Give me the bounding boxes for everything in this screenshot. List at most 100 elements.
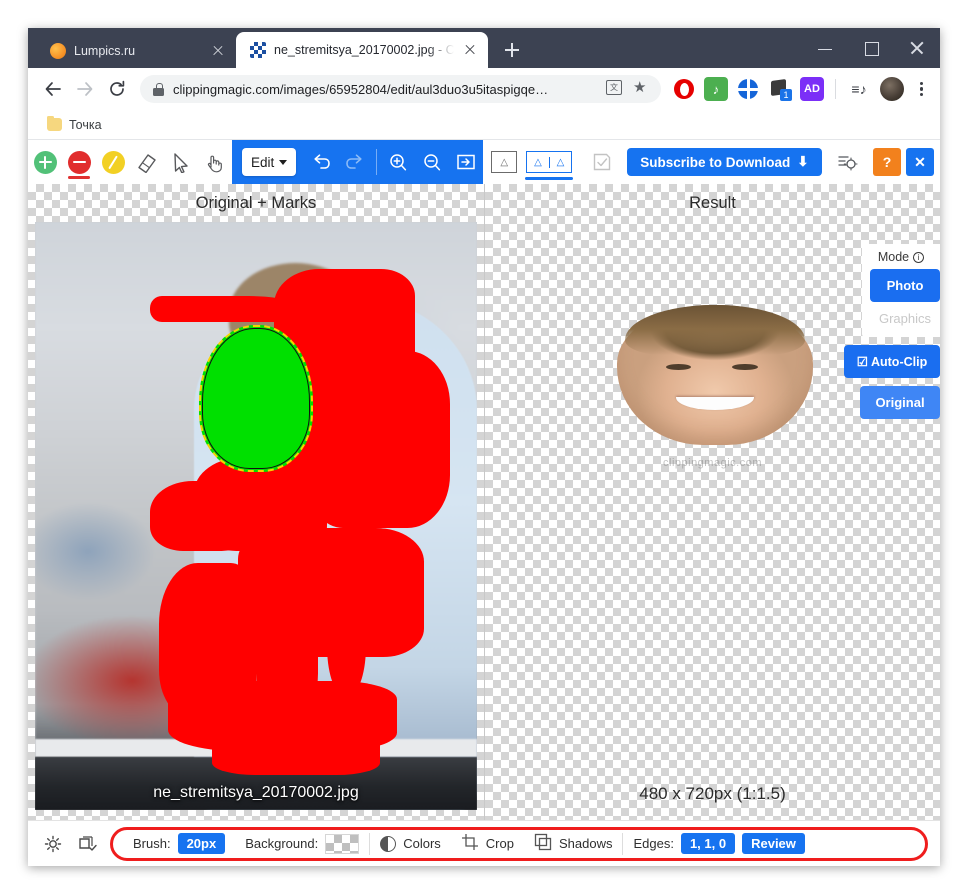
single-view-icon: △: [491, 151, 518, 173]
clippingmagic-app: Edit △ △ △ Subscribe to Download ⬇ ? ✕ O…: [28, 140, 940, 866]
tab-title: Lumpics.ru: [74, 44, 136, 58]
bookmark-label: Точка: [69, 117, 102, 132]
editor-panes: Original + Marks ne_stremitsya_20170002.…: [28, 184, 940, 820]
subscribe-to-download-button[interactable]: Subscribe to Download ⬇: [627, 148, 822, 176]
reload-icon[interactable]: [102, 74, 132, 104]
download-icon: ⬇: [797, 154, 809, 169]
chevron-down-icon: [279, 159, 288, 165]
result-pane: Result clippingmagic.com 480 x 720px (1:…: [484, 184, 940, 820]
crop-button[interactable]: Crop: [451, 832, 524, 856]
view-split-button[interactable]: △ △: [521, 140, 577, 184]
shadows-label: Shadows: [558, 836, 613, 851]
fit-to-screen-button[interactable]: [449, 140, 483, 184]
mode-photo-button[interactable]: Photo: [870, 269, 940, 302]
toolbar-divider: [376, 149, 378, 175]
mode-card: Mode i Photo Graphics: [862, 244, 940, 337]
folder-icon: [47, 115, 62, 131]
background-setting[interactable]: Background:: [235, 832, 369, 856]
zoom-in-icon: [390, 154, 407, 171]
background-swatch[interactable]: [325, 833, 360, 854]
pan-tool[interactable]: [198, 140, 232, 184]
hair-shape: [624, 304, 805, 356]
split-view-icon: △ △: [526, 151, 573, 173]
save-button[interactable]: [585, 140, 619, 184]
info-icon[interactable]: i: [913, 251, 925, 263]
ad-extension-icon[interactable]: AD: [800, 77, 824, 101]
playlist-icon[interactable]: ≡♪: [847, 77, 871, 101]
browser-tab-lumpics[interactable]: Lumpics.ru: [36, 34, 236, 68]
add-mark-tool[interactable]: [28, 140, 62, 184]
zoom-in-button[interactable]: [381, 140, 415, 184]
minimize-icon[interactable]: [802, 28, 848, 68]
bookmark-item-tochka[interactable]: Точка: [42, 115, 107, 135]
zoom-out-button[interactable]: [415, 140, 449, 184]
right-eye: [732, 363, 758, 370]
redo-button[interactable]: [338, 140, 372, 184]
review-button[interactable]: Review: [742, 833, 805, 854]
crop-label: Crop: [485, 836, 514, 851]
bookmark-star-icon[interactable]: ★: [633, 80, 651, 98]
tab-close-icon[interactable]: [462, 42, 478, 58]
shadows-icon: [534, 833, 552, 854]
colors-label: Colors: [403, 836, 441, 851]
shadows-button[interactable]: Shadows: [524, 832, 622, 856]
save-icon: [594, 153, 611, 171]
original-pane: Original + Marks ne_stremitsya_20170002.…: [28, 184, 484, 820]
highlighted-options-region: Brush: 20px Background: Colors Crop Shad…: [110, 826, 928, 861]
translate-icon[interactable]: 文: [606, 80, 624, 98]
close-icon[interactable]: [894, 28, 940, 68]
orange-circle-favicon: [50, 43, 66, 59]
layers-icon[interactable]: [70, 827, 104, 861]
edit-dropdown-button[interactable]: Edit: [242, 148, 297, 176]
browser-tab-clippingmagic[interactable]: ne_stremitsya_20170002.jpg - Cli: [236, 32, 488, 68]
maximize-icon[interactable]: [848, 28, 894, 68]
eraser-tool[interactable]: [130, 140, 164, 184]
scalpel-circle-icon: [101, 150, 125, 174]
undo-button[interactable]: [304, 140, 338, 184]
contrast-icon: [380, 835, 397, 852]
opera-extension-icon[interactable]: [672, 77, 696, 101]
music-extension-icon[interactable]: ♪: [704, 77, 728, 101]
bottom-toolbar: Brush: 20px Background: Colors Crop Shad…: [28, 820, 940, 866]
watermark-text: clippingmagic.com: [663, 457, 762, 470]
bookmarks-bar: Точка: [28, 110, 940, 140]
toolbar-divider: [835, 79, 836, 99]
original-button[interactable]: Original: [860, 386, 940, 419]
tab-title: ne_stremitsya_20170002.jpg - Cli: [274, 43, 454, 57]
colors-button[interactable]: Colors: [370, 832, 451, 856]
original-image-canvas[interactable]: ne_stremitsya_20170002.jpg: [35, 222, 477, 810]
mode-graphics-button[interactable]: Graphics: [870, 302, 940, 335]
left-eye: [665, 363, 692, 370]
cursor-arrow-icon: [174, 153, 188, 173]
mark-overlay: [35, 222, 477, 810]
help-button[interactable]: ?: [873, 148, 901, 176]
profile-avatar[interactable]: [880, 77, 904, 101]
box-extension-icon[interactable]: 1: [768, 77, 792, 101]
mode-label: Mode: [877, 250, 910, 264]
edges-value[interactable]: 1, 1, 0: [680, 833, 736, 854]
tab-strip: Lumpics.ru ne_stremitsya_20170002.jpg - …: [28, 28, 940, 68]
settings-gear-icon: [837, 156, 858, 171]
globe-extension-icon[interactable]: [736, 77, 760, 101]
brush-label: Brush:: [133, 836, 171, 851]
new-tab-button[interactable]: [498, 36, 526, 64]
address-bar[interactable]: clippingmagic.com/images/65952804/edit/a…: [140, 75, 661, 103]
preferences-gear-icon[interactable]: [36, 827, 70, 861]
original-pane-title: Original + Marks: [195, 194, 317, 212]
remove-mark-tool[interactable]: [62, 140, 96, 184]
back-arrow-icon[interactable]: [38, 74, 68, 104]
pointer-tool[interactable]: [164, 140, 198, 184]
close-editor-button[interactable]: ✕: [906, 148, 934, 176]
hand-icon: [207, 155, 222, 173]
tab-close-icon[interactable]: [210, 43, 226, 59]
edges-setting[interactable]: Edges: 1, 1, 0 Review: [623, 832, 814, 856]
auto-clip-toggle[interactable]: ☑ Auto-Clip: [844, 345, 940, 378]
scalpel-tool[interactable]: [96, 140, 130, 184]
brush-setting[interactable]: Brush: 20px: [123, 832, 235, 856]
view-single-button[interactable]: △: [487, 140, 521, 184]
forward-arrow-icon[interactable]: [70, 74, 100, 104]
settings-button[interactable]: [830, 140, 864, 184]
brush-size-value[interactable]: 20px: [177, 833, 226, 854]
kebab-menu-icon[interactable]: [910, 77, 932, 101]
app-toolbar: Edit △ △ △ Subscribe to Download ⬇ ? ✕: [28, 140, 940, 184]
